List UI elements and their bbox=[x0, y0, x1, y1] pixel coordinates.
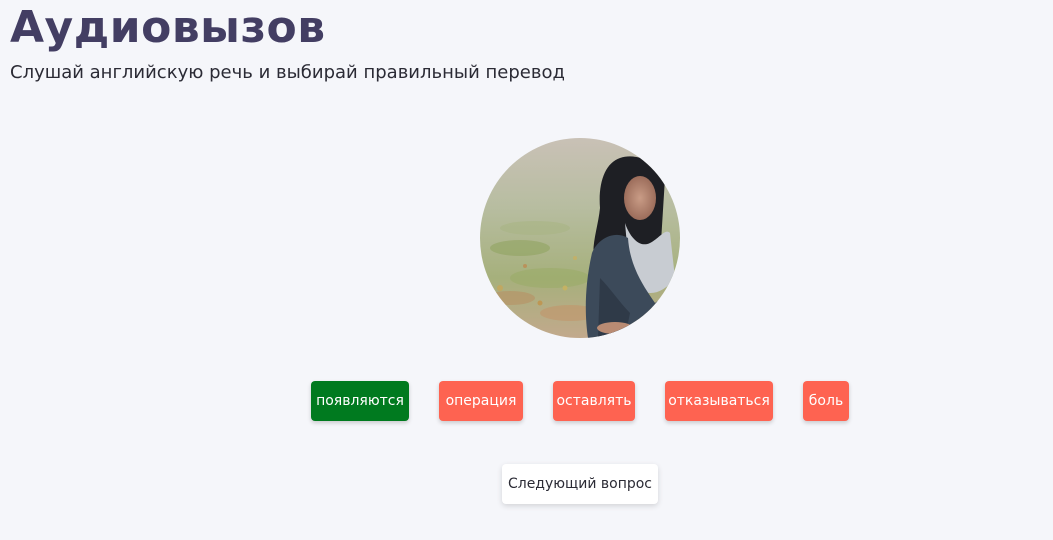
page-title: Аудиовызов bbox=[10, 2, 326, 53]
answer-button-3[interactable]: оставлять bbox=[553, 381, 635, 421]
next-question-button[interactable]: Следующий вопрос bbox=[502, 464, 658, 504]
answer-button-2[interactable]: операция bbox=[439, 381, 523, 421]
word-photo-image bbox=[480, 138, 680, 338]
answer-button-1[interactable]: появляются bbox=[311, 381, 409, 421]
page-subtitle: Слушай английскую речь и выбирай правиль… bbox=[10, 62, 565, 83]
answer-button-5[interactable]: боль bbox=[803, 381, 849, 421]
word-photo bbox=[480, 138, 680, 338]
answer-button-4[interactable]: отказываться bbox=[665, 381, 773, 421]
answer-options: появляются операция оставлять отказывать… bbox=[0, 381, 1053, 421]
